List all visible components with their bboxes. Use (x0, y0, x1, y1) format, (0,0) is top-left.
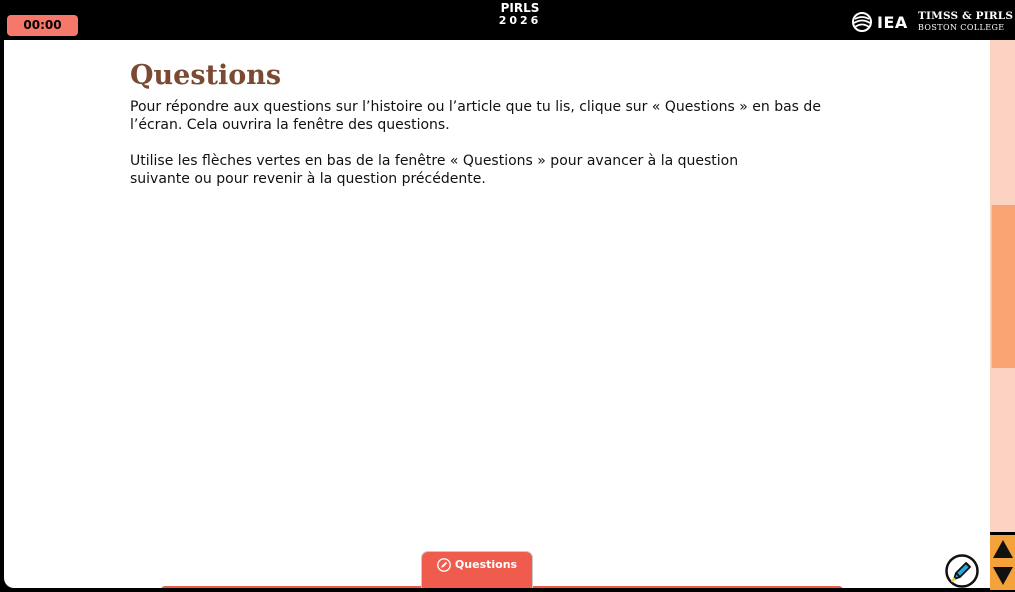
globe-icon (852, 12, 872, 32)
app-frame: 00:00 PIRLS 2026 IEA TIMSS & PIRLS BOSTO… (0, 0, 1015, 592)
pirls-logo-year: 2026 (498, 14, 542, 27)
timer: 00:00 (7, 15, 78, 36)
instruction-paragraph-1: Pour répondre aux questions sur l’histoi… (130, 99, 821, 133)
highlighter-icon[interactable] (945, 554, 979, 588)
scrollbar-thumb[interactable] (991, 205, 1015, 368)
top-bar: 00:00 PIRLS 2026 IEA TIMSS & PIRLS BOSTO… (0, 0, 1015, 40)
reading-pane: Questions Pour répondre aux questions su… (4, 40, 990, 588)
pirls-logo-name: PIRLS (500, 1, 540, 15)
partner-line2: BOSTON COLLEGE (918, 23, 1005, 32)
timss-pirls-logo: TIMSS & PIRLS BOSTON COLLEGE (918, 11, 1013, 33)
pirls-logo: PIRLS 2026 (470, 1, 570, 27)
arrow-up-icon[interactable] (992, 538, 1014, 560)
instruction-paragraph-2: Utilise les flèches vertes en bas de la … (130, 153, 739, 187)
partner-line1: TIMSS & PIRLS (918, 10, 1014, 22)
iea-logo: IEA (852, 11, 908, 33)
page-title: Questions (130, 60, 282, 91)
page-nav-arrows (990, 535, 1015, 590)
questions-tab-label: Questions (454, 558, 518, 571)
arrow-down-icon[interactable] (992, 565, 1014, 587)
pencil-icon (437, 558, 451, 572)
iea-label: IEA (877, 12, 908, 32)
questions-tab-button[interactable]: Questions (421, 551, 533, 588)
